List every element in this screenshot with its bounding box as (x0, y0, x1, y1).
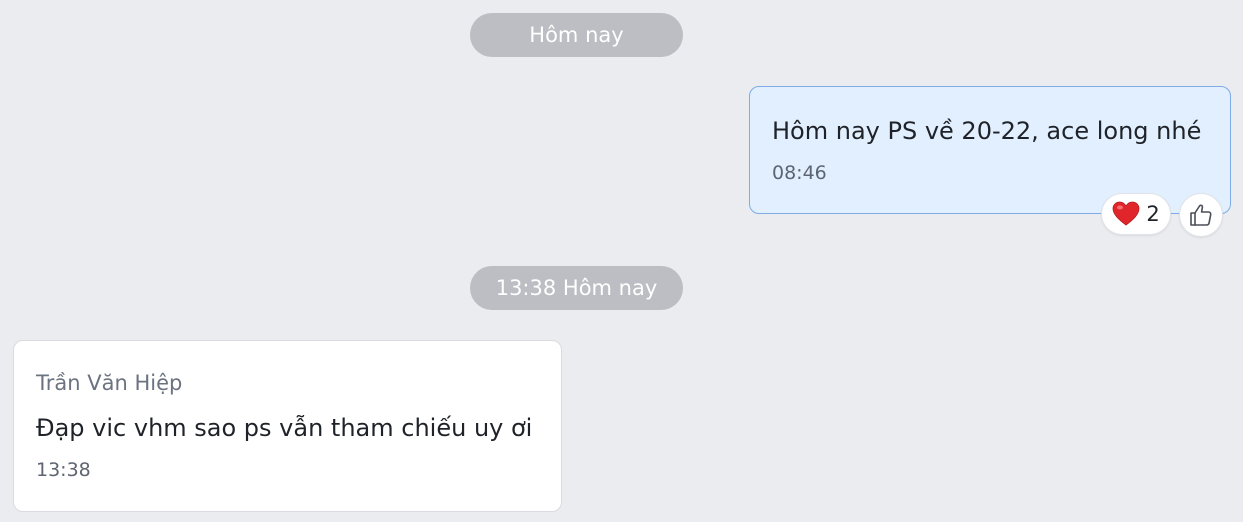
chat-conversation: Hôm nay Hôm nay PS về 20-22, ace long nh… (0, 0, 1243, 522)
date-separator-label: 13:38 Hôm nay (495, 276, 658, 300)
incoming-message-bubble[interactable]: Trần Văn Hiệp Đạp vic vhm sao ps vẫn tha… (13, 340, 562, 512)
thumbs-up-icon (1190, 204, 1212, 226)
message-text: Hôm nay PS về 20-22, ace long nhé (772, 117, 1202, 145)
add-reaction-button[interactable] (1179, 193, 1223, 237)
message-time: 08:46 (772, 162, 827, 184)
heart-icon (1112, 201, 1140, 226)
message-time: 13:38 (36, 459, 91, 481)
message-text: Đạp vic vhm sao ps vẫn tham chiếu uy ơi (36, 414, 533, 442)
sender-name[interactable]: Trần Văn Hiệp (36, 369, 539, 397)
reaction-count: 2 (1146, 202, 1160, 226)
reaction-heart-chip[interactable]: 2 (1101, 193, 1171, 235)
date-separator: Hôm nay (470, 13, 683, 57)
date-separator: 13:38 Hôm nay (470, 266, 683, 310)
date-separator-label: Hôm nay (529, 23, 624, 47)
